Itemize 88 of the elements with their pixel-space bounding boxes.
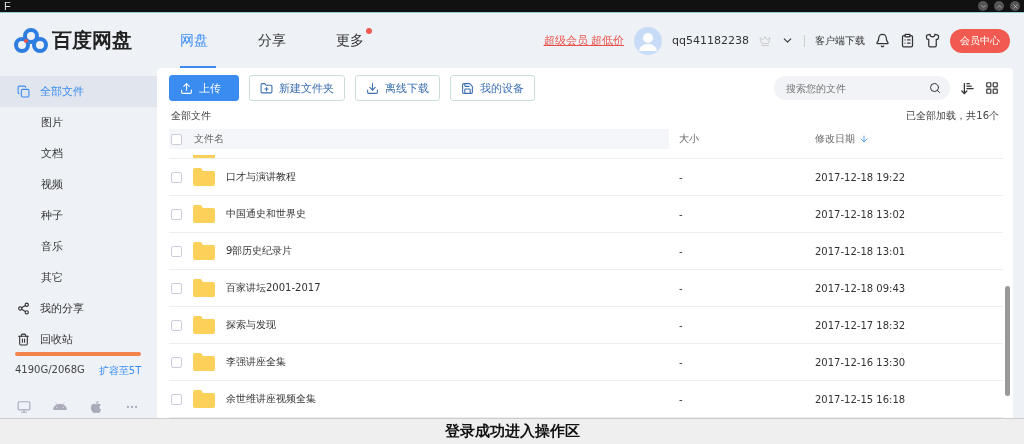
sort-icon[interactable] — [960, 81, 975, 96]
column-header[interactable]: 修改日期 — [815, 132, 855, 147]
row-checkbox[interactable] — [171, 171, 182, 183]
title-letter: F — [4, 0, 11, 12]
select-all-checkbox[interactable] — [171, 133, 182, 145]
date-cell: 2017-12-15 16:18 — [815, 393, 906, 405]
folder-icon — [193, 168, 215, 186]
date-cell: 2017-12-18 13:01 — [815, 245, 906, 257]
chevron-down-icon — [979, 2, 987, 10]
sidebar-item[interactable]: 我的分享 — [0, 293, 157, 324]
row-checkbox[interactable] — [171, 393, 182, 405]
file-name[interactable]: 口才与演讲教程 — [226, 170, 296, 184]
scrollbar-thumb[interactable] — [1005, 286, 1010, 396]
date-cell: 2017-12-17 18:32 — [815, 319, 906, 331]
download-icon — [366, 82, 379, 95]
files-icon — [17, 85, 30, 98]
size-cell: - — [679, 319, 683, 331]
shirt-icon[interactable] — [925, 33, 940, 48]
crown-icon — [759, 34, 771, 47]
caption-text: 登录成功进入操作区 — [444, 422, 580, 441]
folder-icon — [193, 242, 215, 260]
toolbar-button[interactable]: 新建文件夹 — [249, 75, 345, 102]
size-cell: - — [679, 171, 683, 183]
file-name[interactable]: 探索与发现 — [226, 318, 276, 332]
date-cell: 2017-12-18 09:43 — [815, 282, 906, 294]
date-cell: 2017-12-18 19:22 — [815, 171, 906, 183]
column-header[interactable]: 文件名 — [194, 132, 224, 147]
close-icon — [1011, 2, 1019, 10]
bell-icon[interactable] — [875, 33, 890, 48]
file-name[interactable]: 李强讲座全集 — [226, 355, 286, 369]
size-cell: - — [679, 356, 683, 368]
app-name: 百度网盘 — [52, 27, 132, 54]
toolbar-button[interactable]: 离线下载 — [355, 75, 440, 102]
file-name[interactable]: 百家讲坛2001-2017 — [226, 281, 321, 295]
file-name[interactable]: 余世维讲座视频全集 — [226, 392, 316, 406]
folder-plus-icon — [260, 82, 273, 95]
row-checkbox[interactable] — [171, 245, 182, 257]
breadcrumb[interactable]: 全部文件 — [171, 108, 211, 123]
storage-usage: 4190G/2068G — [15, 364, 85, 377]
date-cell: 2017-12-16 13:30 — [815, 356, 906, 368]
size-cell: - — [679, 208, 683, 220]
row-checkbox[interactable] — [171, 282, 182, 294]
search-field[interactable]: 搜索您的文件 — [774, 76, 950, 101]
device-icon — [461, 82, 474, 95]
apple-icon[interactable] — [89, 400, 103, 414]
grid-view-icon[interactable] — [985, 81, 999, 96]
sidebar-item[interactable]: 视频 — [0, 169, 157, 200]
load-status: 已全部加载，共16个 — [906, 108, 999, 123]
share-icon — [17, 302, 30, 315]
folder-icon — [193, 205, 215, 223]
column-header[interactable]: 大小 — [679, 133, 699, 145]
close-button[interactable] — [1010, 1, 1020, 11]
file-name[interactable]: 9部历史纪录片 — [226, 244, 293, 258]
row-checkbox[interactable] — [171, 208, 182, 220]
search-icon — [929, 82, 941, 95]
folder-icon — [193, 353, 215, 371]
sidebar-item[interactable]: 文档 — [0, 138, 157, 169]
sidebar-item[interactable]: 其它 — [0, 262, 157, 293]
client-download-link[interactable]: 客户端下载 — [815, 33, 865, 48]
minimize-button[interactable] — [978, 1, 988, 11]
nav-tab[interactable]: 分享 — [258, 12, 294, 69]
folder-icon — [193, 155, 215, 158]
sidebar-item[interactable]: 种子 — [0, 200, 157, 231]
toolbar-button[interactable]: 我的设备 — [450, 75, 535, 102]
nav-tab[interactable]: 更多 — [336, 12, 372, 69]
size-cell: - — [679, 393, 683, 405]
trash-icon — [17, 333, 30, 346]
size-cell: - — [679, 245, 683, 257]
folder-icon — [193, 279, 215, 297]
chevron-up-icon — [995, 2, 1003, 10]
date-cell: 2017-12-18 13:02 — [815, 208, 906, 220]
folder-icon — [193, 316, 215, 334]
row-checkbox[interactable] — [171, 356, 182, 368]
username[interactable]: qq541182238 — [672, 34, 749, 47]
file-name[interactable]: 中国通史和世界史 — [226, 207, 306, 221]
sort-down-icon — [859, 134, 869, 145]
sidebar-item[interactable]: 图片 — [0, 107, 157, 138]
avatar[interactable] — [634, 26, 663, 55]
cloud-logo-icon — [14, 27, 48, 54]
row-checkbox[interactable] — [171, 319, 182, 331]
size-cell: - — [679, 282, 683, 294]
upload-icon — [180, 82, 193, 95]
maximize-button[interactable] — [994, 1, 1004, 11]
clipboard-icon[interactable] — [900, 33, 915, 48]
monitor-icon[interactable] — [17, 400, 31, 414]
sidebar-item[interactable]: 音乐 — [0, 231, 157, 262]
sidebar-item[interactable]: 回收站 — [0, 324, 157, 355]
folder-icon — [193, 390, 215, 408]
